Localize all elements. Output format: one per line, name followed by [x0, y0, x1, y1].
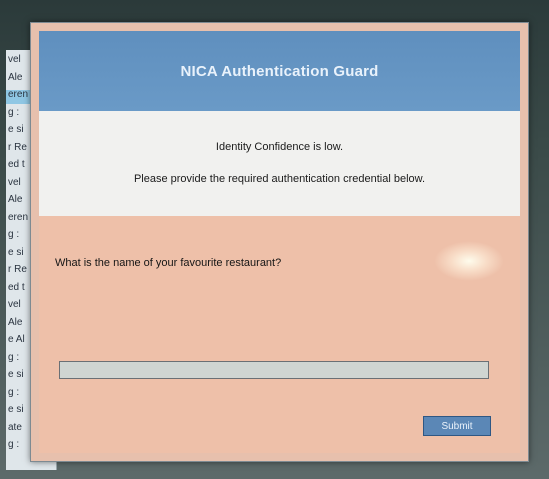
screen-glare — [434, 241, 504, 281]
monitor-screen: vel Ale eren g : e si r Re ed t vel Ale eren g : e … — [0, 0, 549, 479]
dialog-content: NICA Authentication Guard Identity Confi… — [39, 31, 520, 453]
background-text-line: ed t — [8, 281, 25, 293]
background-text-line: vel — [8, 54, 21, 65]
background-text-line: r Re — [8, 141, 27, 153]
background-text-line: Ale — [8, 71, 23, 83]
background-text-line: ed t — [8, 159, 25, 170]
background-text-line: e si — [8, 246, 24, 258]
authentication-dialog: NICA Authentication Guard Identity Confi… — [30, 22, 529, 462]
answer-input[interactable] — [59, 361, 489, 379]
background-text-line: eren — [8, 211, 29, 223]
background-text-line: Ale — [8, 194, 23, 205]
background-text-line: e Al — [8, 334, 25, 345]
security-question: What is the name of your favourite resta… — [55, 257, 282, 269]
dialog-title: NICA Authentication Guard — [180, 62, 379, 80]
submit-button[interactable]: Submit — [423, 416, 491, 436]
background-text-line: e si — [8, 124, 24, 135]
background-text-line: g : — [8, 106, 20, 118]
background-text-line: g : — [8, 439, 20, 450]
background-text-line: Ale — [8, 316, 23, 328]
background-text-line: vel — [8, 176, 21, 188]
info-panel: Identity Confidence is low. Please provi… — [39, 111, 520, 216]
background-text-line: g : — [8, 351, 20, 363]
background-text-line: g : — [8, 229, 20, 240]
dialog-title-bar: NICA Authentication Guard — [39, 31, 520, 111]
background-text-line: g : — [8, 386, 20, 398]
background-text-line: vel — [8, 299, 21, 310]
instruction-message: Please provide the required authenticati… — [133, 173, 426, 185]
background-text-line: e si — [8, 404, 24, 415]
confidence-message: Identity Confidence is low. — [215, 141, 344, 153]
background-text-line: e si — [8, 369, 24, 380]
background-text-line: r Re — [8, 264, 27, 275]
background-text-line: ate — [8, 421, 22, 433]
background-text-line: eren — [8, 89, 29, 100]
